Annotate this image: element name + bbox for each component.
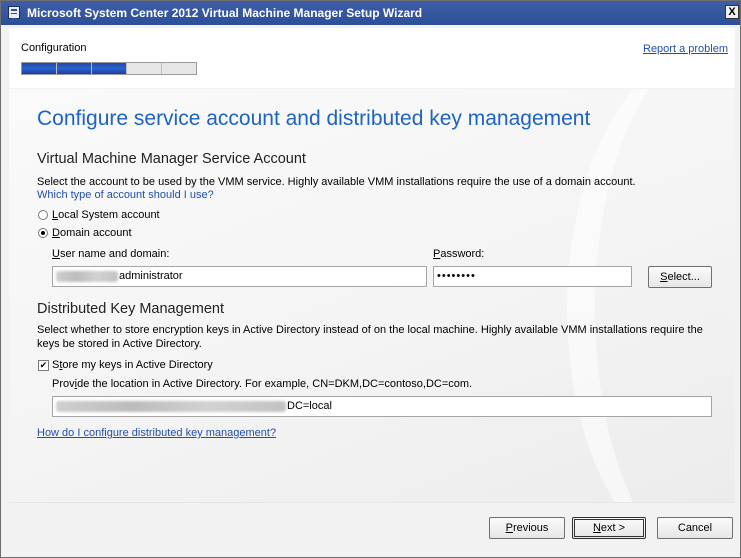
- username-value: administrator: [119, 270, 183, 282]
- report-problem-link[interactable]: Report a problem: [643, 43, 728, 55]
- wizard-content: Configure service account and distribute…: [9, 89, 735, 502]
- progress-segment: [92, 63, 127, 74]
- store-keys-checkbox[interactable]: ✔: [38, 360, 49, 371]
- key-management-description-line2: keys be stored in Active Directory.: [37, 338, 202, 350]
- domain-account-label[interactable]: Domain account: [52, 227, 132, 239]
- wizard-header: Configuration Report a problem: [9, 28, 735, 88]
- redacted-location: [56, 400, 286, 412]
- service-account-description: Select the account to be used by the VMM…: [37, 176, 636, 188]
- app-icon: [8, 6, 20, 19]
- username-field[interactable]: administrator: [52, 266, 427, 287]
- redacted-domain: [56, 270, 118, 282]
- local-system-label[interactable]: Local System account: [52, 209, 160, 221]
- cancel-button[interactable]: Cancel: [657, 517, 733, 539]
- ad-location-field[interactable]: DC=local: [52, 396, 712, 417]
- store-keys-label[interactable]: Store my keys in Active Directory: [52, 359, 213, 371]
- select-account-button[interactable]: Select...: [648, 266, 712, 288]
- title-bar[interactable]: Microsoft System Center 2012 Virtual Mac…: [1, 1, 740, 25]
- domain-account-radio[interactable]: [38, 228, 48, 238]
- page-title: Configure service account and distribute…: [37, 107, 591, 130]
- setup-wizard-window: Microsoft System Center 2012 Virtual Mac…: [0, 0, 741, 558]
- footer-separator: [9, 502, 735, 503]
- progress-segment: [22, 63, 57, 74]
- progress-segment: [162, 63, 196, 74]
- account-type-help-link[interactable]: Which type of account should I use?: [37, 189, 214, 201]
- progress-segment: [127, 63, 162, 74]
- step-progress-bar: [21, 62, 197, 75]
- window-title: Microsoft System Center 2012 Virtual Mac…: [27, 6, 423, 20]
- step-label: Configuration: [21, 42, 87, 54]
- ad-location-value: DC=local: [287, 400, 332, 412]
- key-management-description-line1: Select whether to store encryption keys …: [37, 324, 703, 336]
- username-label: User name and domain:: [52, 248, 170, 260]
- close-icon[interactable]: X: [725, 5, 739, 19]
- next-button[interactable]: Next >: [572, 517, 646, 539]
- previous-button[interactable]: Previous: [489, 517, 565, 539]
- local-system-radio[interactable]: [38, 210, 48, 220]
- dkm-help-link[interactable]: How do I configure distributed key manag…: [37, 427, 276, 439]
- password-label: Password:: [433, 248, 485, 260]
- progress-segment: [57, 63, 92, 74]
- key-management-section-title: Distributed Key Management: [37, 301, 224, 317]
- service-account-section-title: Virtual Machine Manager Service Account: [37, 151, 306, 167]
- background-swoosh: [567, 89, 735, 502]
- password-field[interactable]: ••••••••: [433, 266, 632, 287]
- location-help-text: Provide the location in Active Directory…: [52, 378, 473, 390]
